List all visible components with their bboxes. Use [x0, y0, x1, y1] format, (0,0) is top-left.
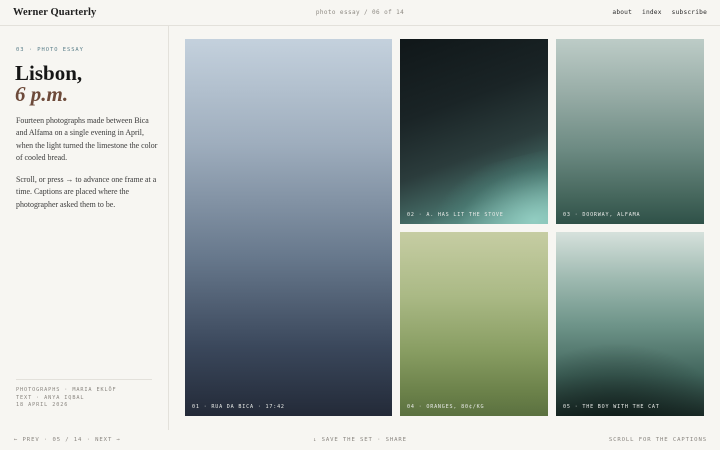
- nav-about-link[interactable]: about: [612, 9, 632, 16]
- photo-doorway[interactable]: 03 · DOORWAY, ALFAMA: [556, 39, 704, 224]
- credits-block: PHOTOGRAPHS · MARIA EKLÖF TEXT · ANYA IQ…: [16, 379, 152, 410]
- save-set-button[interactable]: ↓ SAVE THE SET: [313, 437, 373, 443]
- nav-index-link[interactable]: index: [642, 9, 662, 16]
- photo-caption: 05 · THE BOY WITH THE CAT: [563, 404, 660, 410]
- footer-bar: ← PREV · 05 / 14 · NEXT → ↓ SAVE THE SET…: [0, 430, 720, 450]
- instructions-paragraph: Scroll, or press → to advance one frame …: [16, 175, 157, 209]
- scroll-hint: SCROLL FOR THE CAPTIONS: [608, 437, 707, 443]
- photo-caption: 01 · RUA DA BICA · 17:42: [192, 404, 285, 410]
- essay-title-line1: Lisbon,: [15, 61, 83, 85]
- share-button[interactable]: SHARE: [386, 437, 407, 443]
- main-nav: about index subscribe: [612, 9, 707, 16]
- photo-rua-da-bica[interactable]: 01 · RUA DA BICA · 17:42: [185, 39, 392, 416]
- photo-oranges[interactable]: 04 · ORANGES, 80¢/KG: [400, 232, 548, 416]
- photo-caption: 03 · DOORWAY, ALFAMA: [563, 212, 641, 218]
- photo-caption: 02 · A. HAS LIT THE STOVE: [407, 212, 504, 218]
- top-bar: Werner Quarterly photo essay / 06 of 14 …: [0, 0, 720, 26]
- action-separator: ·: [377, 437, 386, 443]
- publish-date: 18 APRIL 2026: [16, 402, 69, 409]
- photo-credit: PHOTOGRAPHS · MARIA EKLÖF: [16, 387, 117, 393]
- essay-sidebar: 03 · PHOTO ESSAY Lisbon, 6 p.m. Fourteen…: [0, 26, 169, 430]
- text-credit: TEXT · ANYA IQBAL: [16, 394, 85, 401]
- photo-boy-with-cat[interactable]: 05 · THE BOY WITH THE CAT: [556, 232, 704, 416]
- section-kicker: 03 · PHOTO ESSAY: [16, 47, 84, 53]
- photo-stove[interactable]: 02 · A. HAS LIT THE STOVE: [400, 39, 548, 224]
- essay-title-line2: 6 p.m.: [15, 82, 69, 106]
- nav-subscribe-link[interactable]: subscribe: [672, 9, 707, 16]
- intro-paragraph: Fourteen photographs made between Bica a…: [16, 116, 158, 162]
- essay-title: Lisbon, 6 p.m.: [15, 63, 82, 105]
- photo-caption: 04 · ORANGES, 80¢/KG: [407, 404, 485, 410]
